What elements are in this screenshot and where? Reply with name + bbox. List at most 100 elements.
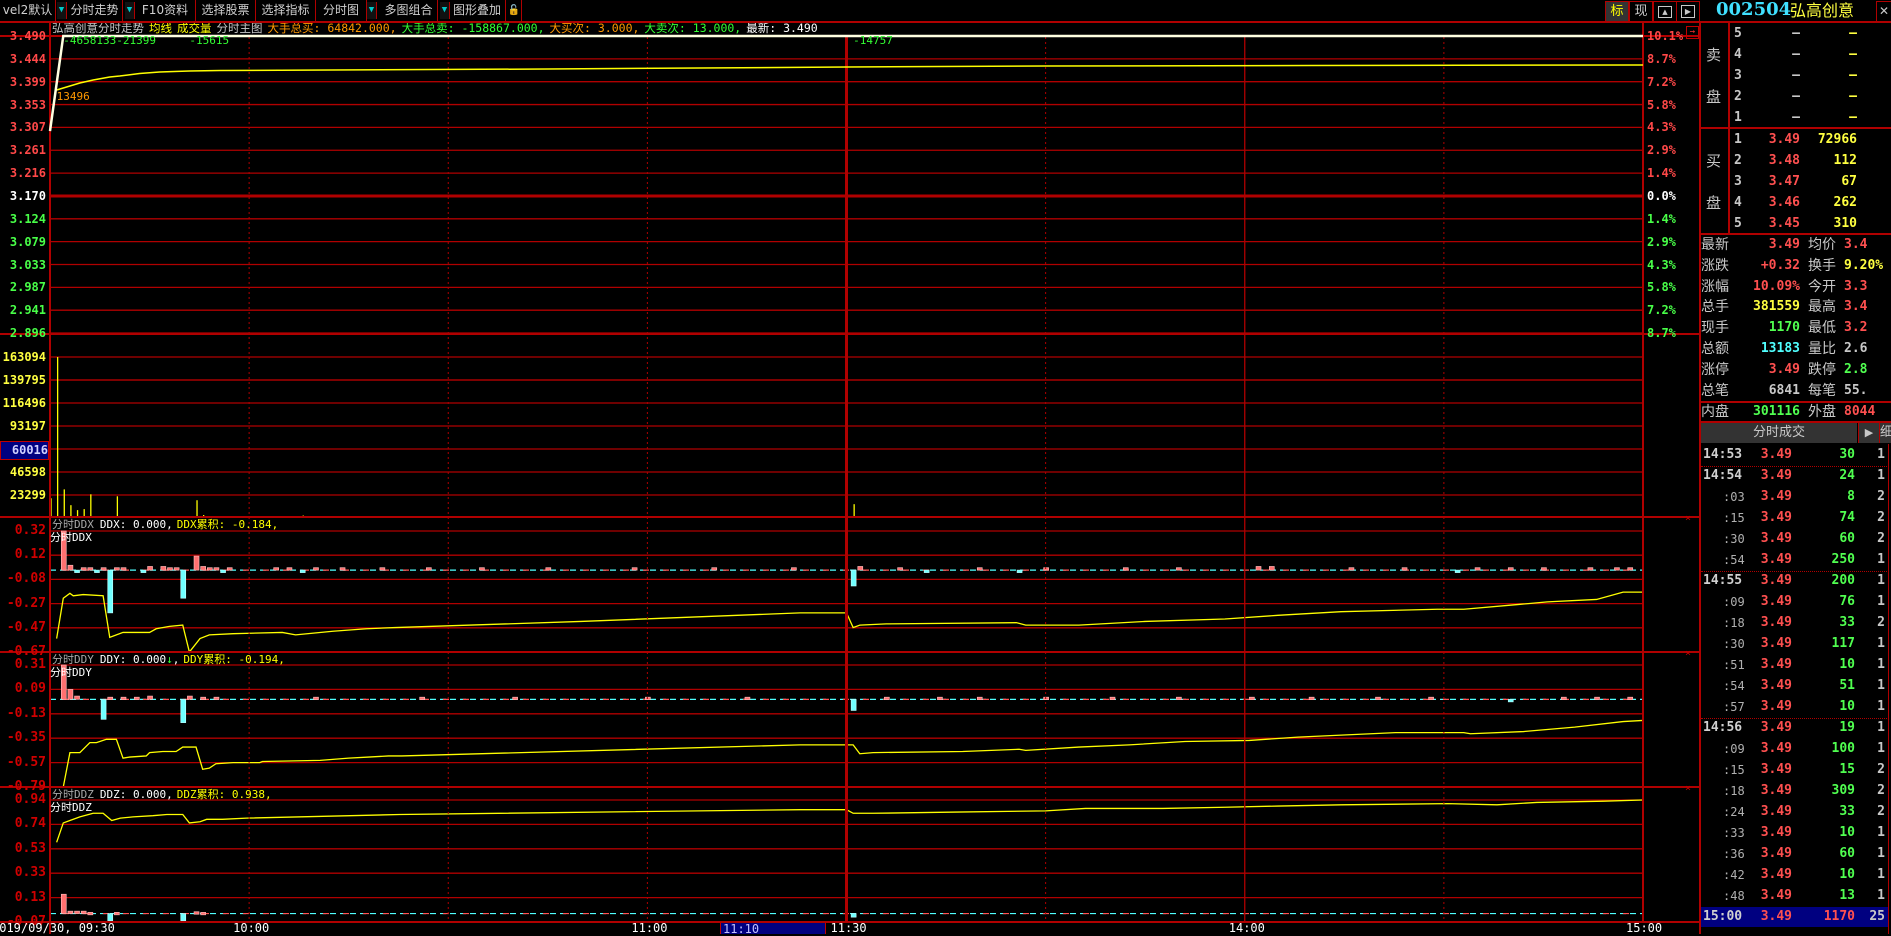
toolbar-item-5[interactable]: 选择指标 [256,0,316,21]
toolbar-dropdown-icon[interactable]: ▼ [57,2,67,19]
trade-row[interactable]: :09 3.49 100 1 [1701,739,1888,759]
trade-row[interactable]: :36 3.49 60 1 [1701,844,1888,864]
ddz-bar [60,893,67,914]
ddz-bar [87,912,94,916]
trades-detail-tab[interactable]: 细 [1880,423,1891,443]
trade-row[interactable]: 15:00 3.49 1170 25 [1701,907,1888,927]
trade-row[interactable]: :57 3.49 10 1 [1701,697,1888,717]
expand-arrow-icon[interactable]: → [1686,26,1699,39]
next-panel-icon[interactable]: ▶ [1676,1,1700,22]
trade-row[interactable]: :18 3.49 309 2 [1701,781,1888,801]
time-axis-label: 15:00 [1626,921,1663,935]
trade-row[interactable]: :24 3.49 33 2 [1701,802,1888,822]
trade-row[interactable]: :42 3.49 10 1 [1701,865,1888,885]
ddy-close-icon[interactable]: × [1685,648,1691,659]
trade-count: 1 [1877,741,1885,756]
ddy-bar [1507,699,1514,703]
toolbar-dropdown-icon[interactable]: ▼ [367,2,377,19]
order-book-buy-divider [1728,128,1730,234]
mark-button[interactable]: 标 [1605,1,1629,22]
ddx-bar [173,567,180,571]
ddy-bar [976,696,983,700]
ddx-bar [1016,569,1023,573]
minimize-panel-icon[interactable]: ▲ [1653,1,1677,22]
current-button[interactable]: 现 [1629,1,1653,22]
trade-volume: 51 [1839,678,1855,693]
stat-label: 涨停 [1701,361,1729,378]
outer-volume-value: 8044 [1844,404,1876,419]
trade-row[interactable]: :09 3.49 76 1 [1701,592,1888,612]
trade-price: 3.49 [1760,888,1792,903]
trade-row[interactable]: :18 3.49 33 2 [1701,613,1888,633]
trade-row[interactable]: :30 3.49 60 2 [1701,529,1888,549]
ddy-bar [1561,696,1567,700]
trade-row[interactable]: :48 3.49 13 1 [1701,886,1888,906]
toolbar-item-2[interactable]: 分时走势 [67,0,123,21]
ddz-axis-label: 0.33 [14,865,46,881]
indicator-cumulative: DDX累积: -0.184, [176,518,279,531]
trade-row[interactable]: :30 3.49 117 1 [1701,634,1888,654]
ddx-bar [200,566,206,571]
toolbar-item-4[interactable]: 选择股票 [196,0,256,21]
toolbar-item-7[interactable]: 多图组合 [380,0,438,21]
ddx-axis-label: -0.47 [6,619,46,635]
trade-price: 3.49 [1760,636,1792,651]
trade-row[interactable]: :15 3.49 74 2 [1701,508,1888,528]
trade-time: :51 [1723,658,1745,672]
stat-value: 55. [1844,382,1868,398]
ddz-bar [67,910,74,914]
volume-axis-label: 93197 [9,419,46,433]
toolbar-item-8[interactable]: 图形叠加 [449,0,506,21]
ddy-bar [512,696,518,700]
trade-row[interactable]: 14:56 3.49 19 1 [1701,718,1888,738]
ddy-bar [200,696,206,700]
buy-side-label: 盘 [1706,194,1722,212]
price-axis-label: 2.987 [9,280,46,295]
ddx-close-icon[interactable]: × [1685,513,1691,524]
lock-icon[interactable]: 🔓 [507,0,522,21]
trade-time: :48 [1723,889,1745,903]
ddz-close-icon[interactable]: × [1685,783,1691,794]
trade-row[interactable]: :15 3.49 15 2 [1701,760,1888,780]
volume-axis-label: 139795 [2,373,46,387]
sell-volume: — [1849,89,1857,104]
trade-count: 1 [1877,846,1885,861]
trade-row[interactable]: :54 3.49 51 1 [1701,676,1888,696]
trade-row[interactable]: :03 3.49 8 2 [1701,487,1888,507]
trade-volume: 60 [1839,531,1855,546]
percent-axis-label: 0.0% [1647,188,1676,203]
trade-row[interactable]: 14:55 3.49 200 1 [1701,571,1888,591]
ddx-bar [114,567,120,571]
trade-row[interactable]: 14:53 3.49 30 1 [1701,445,1888,465]
ddy-bar [120,696,127,700]
trade-volume: 24 [1839,468,1855,483]
ddz-axis-label: 0.94 [14,792,46,807]
percent-axis-label: 5.8% [1647,97,1676,112]
trade-time: :42 [1723,868,1745,882]
volume-cursor-label: 60016 [0,441,49,460]
stats-divider [1701,233,1891,235]
trade-count: 1 [1877,720,1885,735]
sell-price: — [1792,68,1800,83]
sell-volume: — [1849,110,1857,125]
ddz-sub-label: 分时DDZ [50,801,92,814]
header-segment: 弘高创意分时走势 [52,21,144,35]
close-button[interactable]: ✕ [1876,1,1891,22]
big-order-annotation: -15615 [189,33,230,47]
trade-row[interactable]: :33 3.49 10 1 [1701,823,1888,843]
toolbar-item-1[interactable]: vel2默认 [0,0,56,21]
ddy-bar [100,699,107,720]
trade-row[interactable]: :51 3.49 10 1 [1701,655,1888,675]
trades-play-button[interactable]: ▶ [1858,423,1880,443]
trade-time: :09 [1723,742,1745,756]
stock-name: 弘高创意 [1790,1,1855,20]
ddx-bar [313,567,319,571]
ddx-bar [339,567,346,571]
toolbar-item-3[interactable]: F10资料 [135,0,196,21]
trade-row[interactable]: 14:54 3.49 24 1 [1701,466,1888,486]
trade-row[interactable]: :54 3.49 250 1 [1701,550,1888,570]
toolbar-dropdown-icon[interactable]: ▼ [125,2,135,19]
toolbar-item-6[interactable]: 分时图 [316,0,367,21]
buy-volume: 310 [1833,216,1857,231]
trade-volume: 100 [1831,741,1855,756]
